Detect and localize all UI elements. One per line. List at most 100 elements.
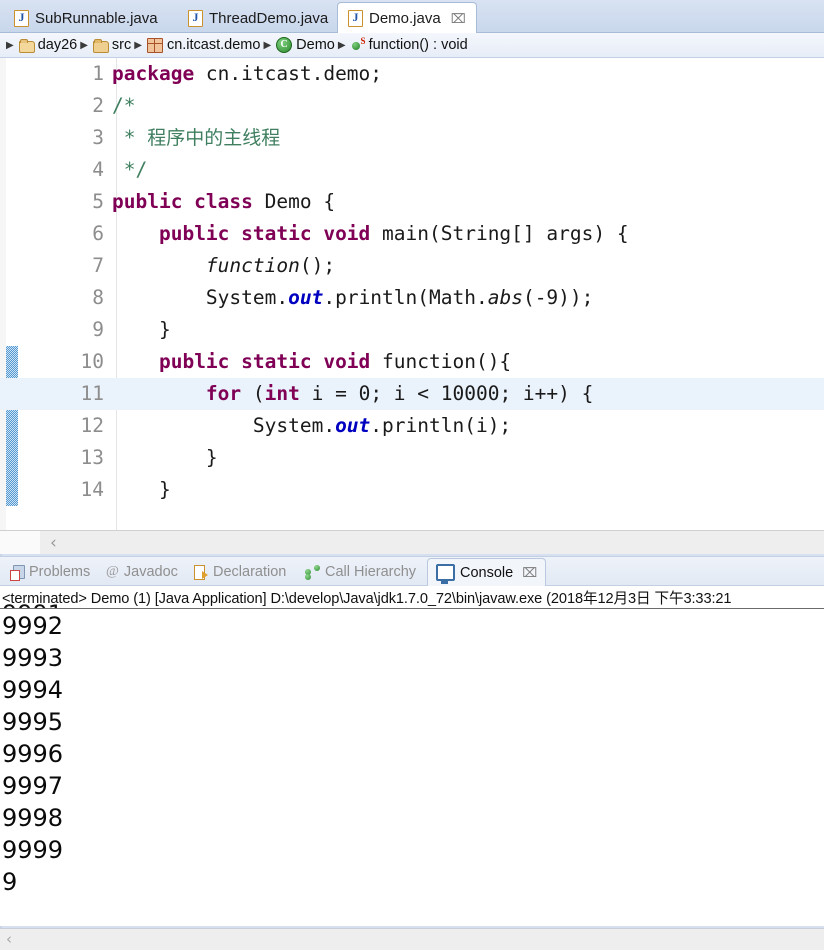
code-text: */ [112, 158, 148, 181]
console-status-line: <terminated> Demo (1) [Java Application]… [2, 591, 732, 607]
editor-tab-subrunnable[interactable]: SubRunnable.java [4, 4, 168, 33]
chevron-right-icon: ▶ [134, 39, 142, 51]
code-text: public static void function(){ [158, 350, 512, 373]
breadcrumb-item-method[interactable]: function() : void [351, 36, 469, 53]
code-line[interactable]: 13 } [0, 442, 824, 474]
code-editor[interactable]: 1 package cn.itcast.demo; 2/* 3 * 程序中的主线程 4 … [0, 58, 824, 530]
code-line[interactable]: 14 } [0, 474, 824, 506]
console-output-line: 9 [2, 868, 18, 896]
line-number: 9 [92, 318, 104, 341]
code-text: } [112, 478, 171, 501]
breadcrumb-item-class[interactable]: Demo [276, 37, 336, 53]
chevron-left-icon[interactable]: ‹ [50, 533, 57, 553]
project-folder-icon [18, 38, 35, 53]
scrollbar-left-pad [0, 531, 40, 554]
console-output-line: 9992 [2, 612, 64, 640]
line-number: 8 [92, 286, 104, 309]
code-line[interactable]: 2 /* [0, 90, 824, 122]
code-line[interactable]: 1 package cn.itcast.demo; [0, 58, 824, 90]
breadcrumb-label: src [111, 37, 132, 53]
static-method-icon [351, 36, 366, 52]
code-text: System.out.println(Math.abs(-9)); [112, 286, 594, 309]
breadcrumb-label: cn.itcast.demo [166, 37, 261, 53]
line-number: 4 [92, 158, 104, 181]
line-number: 2 [92, 94, 104, 117]
java-file-icon [14, 9, 29, 27]
code-text: System.out.println(i); [112, 414, 512, 437]
console-icon [436, 564, 455, 584]
editor-tab-label: SubRunnable.java [35, 10, 158, 27]
tab-declaration[interactable]: Declaration [186, 559, 294, 585]
code-line[interactable]: 5 public class Demo { [0, 186, 824, 218]
view-tab-label: Declaration [213, 564, 287, 580]
breadcrumb-item-project[interactable]: day26 [18, 37, 79, 53]
code-text: for (int i = 0; i < 10000; i++) { [205, 382, 594, 405]
console-divider [0, 608, 824, 609]
breadcrumb-label: Demo [296, 37, 335, 53]
code-text: public class Demo { [112, 190, 336, 213]
line-number: 1 [92, 62, 104, 85]
breadcrumb-item-src[interactable]: src [92, 37, 132, 53]
code-line[interactable]: 12 System.out.println(i); [0, 410, 824, 442]
view-tab-label: Call Hierarchy [325, 564, 417, 580]
java-file-icon [188, 9, 203, 27]
package-icon [146, 37, 163, 53]
code-line[interactable]: 8 System.out.println(Math.abs(-9)); [0, 282, 824, 314]
console-horizontal-scrollbar[interactable]: ‹ [0, 928, 824, 950]
code-line[interactable]: 6 public static void main(String[] args)… [0, 218, 824, 250]
view-tab-bar: Problems @ Javadoc Declaration Call Hier… [0, 556, 824, 586]
code-line[interactable]: 4 */ [0, 154, 824, 186]
line-number: 5 [92, 190, 104, 213]
code-text: public static void main(String[] args) { [158, 222, 629, 245]
line-number: 13 [80, 446, 104, 469]
editor-tab-label: Demo.java [369, 9, 441, 27]
chevron-right-icon: ▶ [80, 39, 88, 51]
line-number: 10 [80, 350, 104, 373]
console-panel[interactable]: <terminated> Demo (1) [Java Application]… [0, 586, 824, 926]
tab-javadoc[interactable]: @ Javadoc [98, 559, 186, 585]
tab-call-hierarchy[interactable]: Call Hierarchy [297, 559, 424, 585]
code-line[interactable]: 9 } [0, 314, 824, 346]
source-folder-icon [92, 38, 109, 53]
code-line[interactable]: 7 function(); [0, 250, 824, 282]
code-text: } [112, 318, 171, 341]
tab-console[interactable]: Console ⌧ [427, 558, 547, 586]
line-number: 14 [80, 478, 104, 501]
code-line[interactable]: 11 for (int i = 0; i < 10000; i++) { [0, 378, 824, 410]
console-output-line: 9995 [2, 708, 64, 736]
chevron-right-icon: ▶ [337, 39, 346, 51]
chevron-right-icon: ▶ [263, 39, 272, 51]
code-text: * 程序中的主线程 [112, 126, 281, 149]
breadcrumb: ▶ day26 ▶ src ▶ cn.itcast.demo ▶ Demo ▶ … [0, 33, 824, 58]
view-tab-label: Javadoc [123, 564, 178, 580]
code-line[interactable]: 3 * 程序中的主线程 [0, 122, 824, 154]
code-line[interactable]: 10 public static void function(){ [0, 346, 824, 378]
console-output-line: 9994 [2, 676, 64, 704]
call-hierarchy-icon [305, 565, 320, 580]
console-output-line: 9999 [2, 836, 64, 864]
console-output-line: 9993 [2, 644, 64, 672]
line-number: 3 [92, 126, 104, 149]
class-icon [276, 37, 293, 53]
editor-tab-threaddemo[interactable]: ThreadDemo.java [178, 4, 338, 33]
view-tab-label: Problems [29, 564, 91, 580]
code-text: function(); [205, 254, 336, 277]
close-icon[interactable]: ⌧ [522, 566, 537, 579]
editor-horizontal-scrollbar[interactable]: ‹ [0, 530, 824, 554]
editor-tab-label: ThreadDemo.java [209, 10, 329, 27]
tab-problems[interactable]: Problems [2, 559, 98, 585]
editor-tab-demo[interactable]: Demo.java ⌧ [337, 2, 477, 33]
java-file-icon [348, 9, 363, 27]
javadoc-icon: @ [106, 564, 119, 579]
close-icon[interactable]: ⌧ [451, 12, 466, 25]
chevron-right-icon: ▶ [6, 39, 14, 51]
breadcrumb-item-package[interactable]: cn.itcast.demo [146, 37, 262, 53]
chevron-left-icon[interactable]: ‹ [6, 930, 12, 948]
line-number: 12 [80, 414, 104, 437]
eclipse-window: SubRunnable.java ThreadDemo.java Demo.ja… [0, 0, 824, 950]
breadcrumb-label: day26 [37, 37, 78, 53]
console-output-line: 9997 [2, 772, 64, 800]
editor-tab-bar: SubRunnable.java ThreadDemo.java Demo.ja… [0, 0, 824, 33]
line-number: 6 [92, 222, 104, 245]
line-number: 7 [92, 254, 104, 277]
